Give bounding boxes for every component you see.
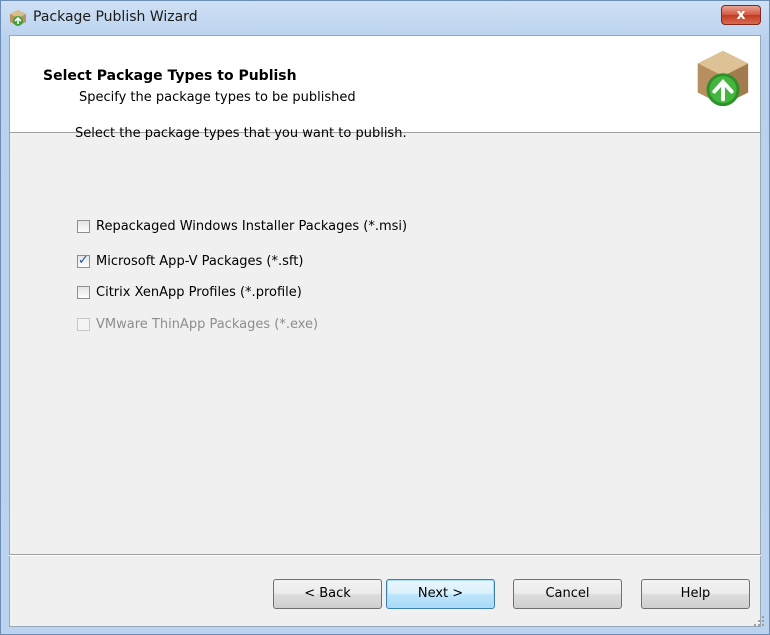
resize-grip-icon[interactable] xyxy=(753,615,765,627)
app-v-label: Microsoft App-V Packages (*.sft) xyxy=(96,253,304,269)
xenapp-checkbox[interactable] xyxy=(77,285,90,299)
wizard-header xyxy=(10,36,760,133)
title-bar[interactable]: Package Publish Wizard x xyxy=(1,1,769,35)
package-app-icon xyxy=(10,10,26,26)
option-thinapp: VMware ThinApp Packages (*.exe) xyxy=(77,315,318,333)
msi-label: Repackaged Windows Installer Packages (*… xyxy=(96,218,408,234)
thinapp-label: VMware ThinApp Packages (*.exe) xyxy=(96,316,319,332)
wizard-window: Package Publish Wizard x Select Package … xyxy=(0,0,770,635)
page-title: Select Package Types to Publish xyxy=(43,68,297,84)
close-icon: x xyxy=(736,7,746,23)
xenapp-label: Citrix XenApp Profiles (*.profile) xyxy=(96,284,302,300)
package-green-arrow-icon xyxy=(697,50,749,107)
msi-checkbox[interactable] xyxy=(77,219,90,233)
instruction-text: Select the package types that you want t… xyxy=(75,126,407,141)
option-xenapp[interactable]: Citrix XenApp Profiles (*.profile) xyxy=(77,283,302,301)
back-button[interactable]: < Back xyxy=(273,579,382,609)
app-v-checkbox[interactable] xyxy=(77,253,90,268)
next-button[interactable]: Next > xyxy=(386,579,495,609)
window-title: Package Publish Wizard xyxy=(33,9,198,25)
thinapp-checkbox xyxy=(77,317,90,331)
close-button[interactable]: x xyxy=(721,5,761,25)
option-app-v[interactable]: Microsoft App-V Packages (*.sft) xyxy=(77,252,303,270)
cancel-button[interactable]: Cancel xyxy=(513,579,622,609)
help-button[interactable]: Help xyxy=(641,579,750,609)
footer-separator xyxy=(9,554,761,556)
option-msi[interactable]: Repackaged Windows Installer Packages (*… xyxy=(77,217,407,235)
page-subtitle: Specify the package types to be publishe… xyxy=(79,90,356,105)
